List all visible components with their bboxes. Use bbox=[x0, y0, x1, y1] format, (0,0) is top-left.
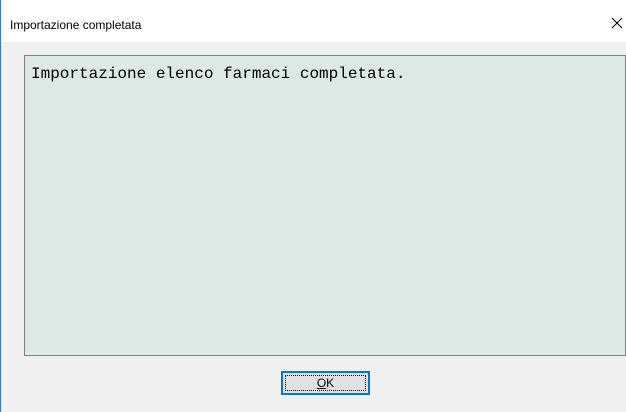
ok-button[interactable]: OK bbox=[281, 371, 370, 395]
message-textbox[interactable]: Importazione elenco farmaci completata. bbox=[24, 55, 626, 356]
title-bar[interactable]: Importazione completata bbox=[1, 0, 626, 42]
close-button[interactable] bbox=[607, 14, 626, 36]
dialog-window: Importazione completata Importazione ele… bbox=[0, 0, 626, 412]
ok-button-mnemonic: O bbox=[316, 376, 327, 390]
window-title: Importazione completata bbox=[10, 18, 142, 32]
ok-focus-rect: OK bbox=[285, 375, 366, 391]
close-icon bbox=[611, 16, 623, 34]
ok-button-label: K bbox=[326, 376, 335, 390]
